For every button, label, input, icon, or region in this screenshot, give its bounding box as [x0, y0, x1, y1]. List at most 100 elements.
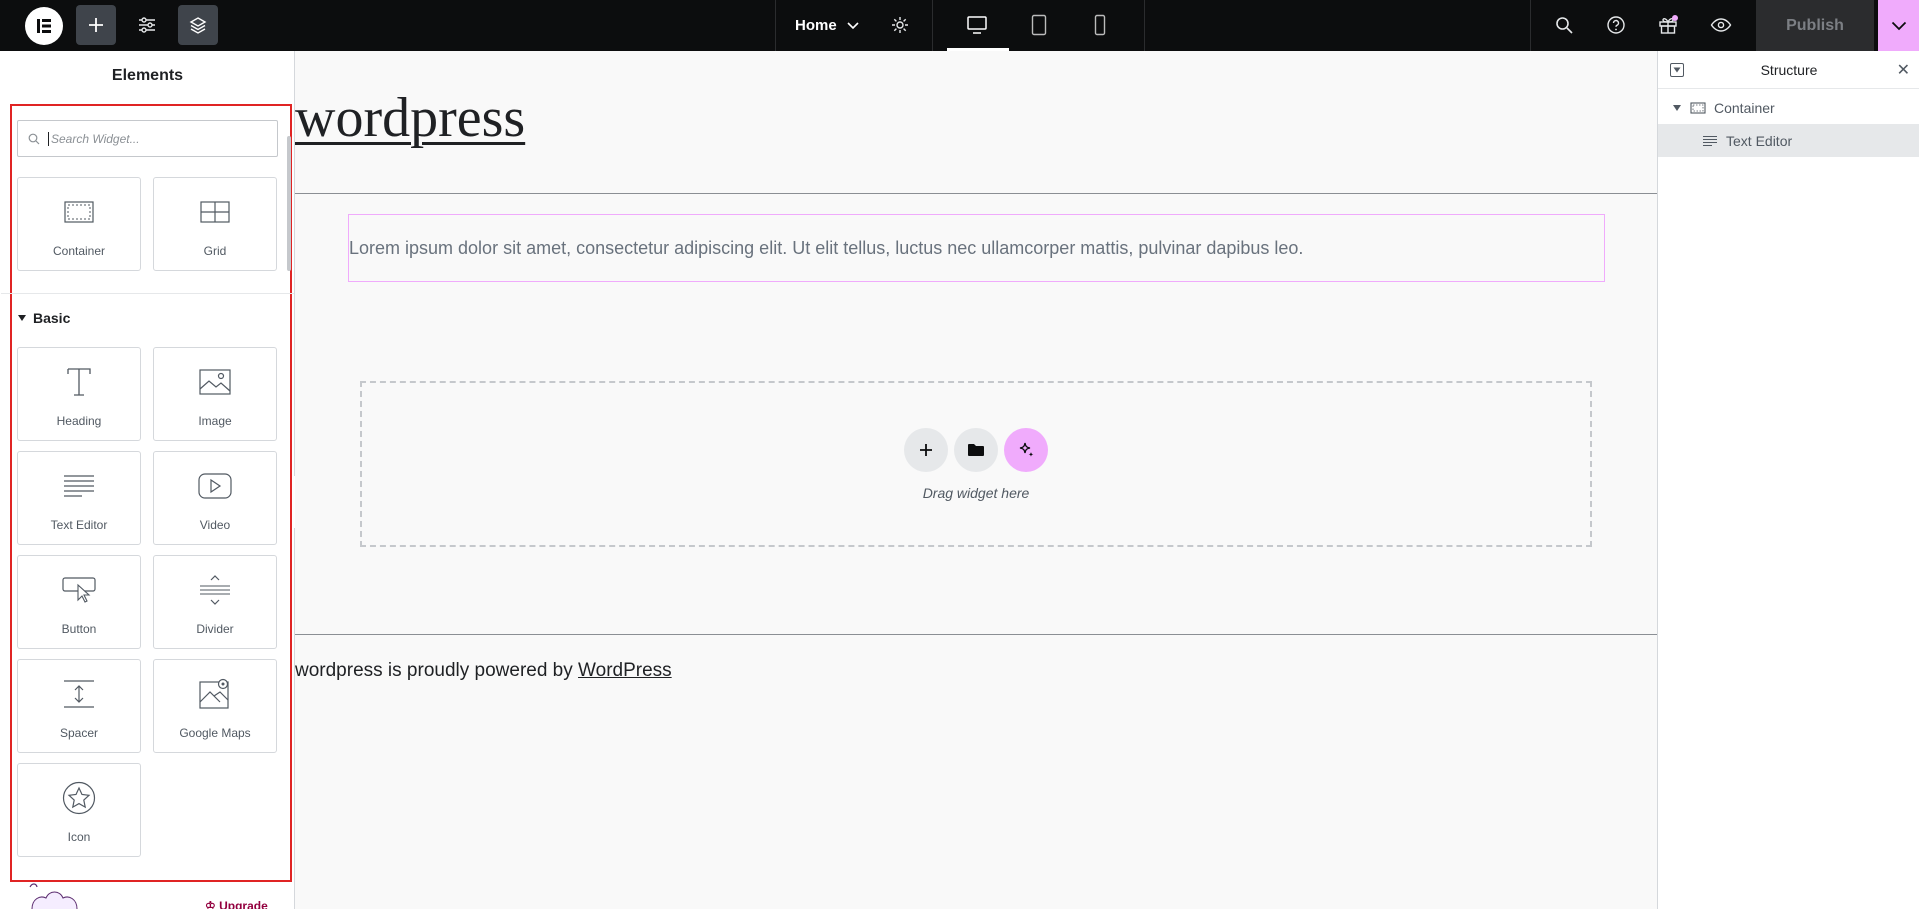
text-editor-widget[interactable]: Lorem ipsum dolor sit amet, consectetur …	[348, 214, 1605, 282]
structure-title: Structure	[1760, 61, 1818, 78]
widget-divider[interactable]: Divider	[153, 555, 277, 649]
structure-header: Structure ✕	[1658, 51, 1919, 89]
widget-label: Text Editor	[50, 518, 108, 532]
add-section-button[interactable]	[904, 428, 948, 472]
add-template-button[interactable]	[954, 428, 998, 472]
widget-heading[interactable]: Heading	[17, 347, 141, 441]
divider	[775, 0, 776, 51]
widget-label: Container	[52, 244, 106, 258]
upgrade-link[interactable]: ♔ Upgrade	[205, 899, 268, 909]
preview-button[interactable]	[1701, 5, 1741, 45]
widget-icon[interactable]: Icon	[17, 763, 141, 857]
crown-icon: ♔	[205, 899, 220, 909]
panel-title: Elements	[111, 67, 184, 84]
add-element-button[interactable]	[76, 5, 116, 45]
caret-down-icon	[1673, 104, 1681, 111]
plus-icon	[920, 444, 932, 456]
widget-spacer[interactable]: Spacer	[17, 659, 141, 753]
wordpress-link[interactable]: WordPress	[578, 660, 672, 681]
widget-label: Divider	[196, 622, 234, 636]
image-icon	[199, 369, 231, 395]
whats-new-button[interactable]	[1648, 5, 1688, 45]
structure-item-label: Text Editor	[1726, 132, 1793, 149]
text-editor-icon	[1703, 135, 1717, 146]
widget-label: Grid	[203, 244, 227, 258]
widget-label: Spacer	[59, 726, 99, 740]
page-name: Home	[795, 17, 837, 34]
divider	[932, 0, 933, 51]
widget-container[interactable]: Container	[17, 177, 141, 271]
container-icon	[1690, 101, 1706, 114]
panel-scrollbar[interactable]	[287, 136, 291, 271]
section-basic-toggle[interactable]: Basic	[17, 310, 70, 326]
widget-button[interactable]: Button	[17, 555, 141, 649]
site-title-link[interactable]: wordpress	[295, 86, 525, 150]
top-bar: Home Publish	[0, 0, 1919, 51]
widget-label: Button	[61, 622, 97, 636]
widget-label: Image	[198, 414, 232, 428]
divider-icon	[200, 575, 230, 605]
widget-video[interactable]: Video	[153, 451, 277, 545]
close-icon[interactable]: ✕	[1897, 60, 1910, 80]
text-editor-icon	[64, 475, 94, 497]
tablet-icon	[1031, 14, 1047, 36]
structure-button[interactable]	[178, 5, 218, 45]
help-icon	[1607, 16, 1625, 34]
widget-label: Heading	[56, 414, 102, 428]
search-icon	[28, 133, 40, 144]
header-divider	[295, 193, 1657, 194]
search-widget-input[interactable]	[48, 131, 258, 146]
chevron-down-icon	[847, 21, 859, 29]
heading-icon	[67, 368, 91, 396]
caret-down-icon	[18, 315, 26, 321]
plus-icon	[89, 18, 103, 32]
button-icon	[62, 577, 96, 603]
widget-label: Icon	[67, 830, 91, 844]
spacer-icon	[64, 680, 94, 708]
widget-image[interactable]: Image	[153, 347, 277, 441]
dropzone-hint: Drag widget here	[922, 485, 1030, 501]
page-select[interactable]: Home	[795, 0, 859, 51]
widget-dropzone[interactable]: Drag widget here	[360, 381, 1592, 547]
page-settings-button[interactable]	[880, 5, 920, 45]
eye-icon	[1710, 18, 1732, 32]
gear-icon	[892, 17, 908, 33]
section-title: Basic	[33, 310, 71, 326]
ai-builder-button[interactable]	[1004, 428, 1048, 472]
sparkle-icon	[1019, 442, 1034, 457]
desktop-icon	[967, 16, 987, 34]
layers-icon	[189, 17, 207, 34]
help-button[interactable]	[1596, 5, 1636, 45]
elementor-logo[interactable]	[25, 7, 63, 45]
elementor-icon	[37, 19, 51, 33]
publish-options-button[interactable]	[1878, 0, 1919, 51]
widget-google-maps[interactable]: Google Maps	[153, 659, 277, 753]
widget-grid[interactable]: Grid	[153, 177, 277, 271]
divider	[1144, 0, 1145, 51]
elements-panel: Elements Container Grid Basic	[0, 51, 295, 909]
grid-icon	[200, 201, 230, 223]
desktop-view-button[interactable]	[957, 5, 997, 45]
tablet-view-button[interactable]	[1019, 5, 1059, 45]
sliders-icon	[139, 17, 155, 33]
video-icon	[198, 473, 232, 499]
footer-credit: wordpress is proudly powered by WordPres…	[295, 660, 672, 682]
container-icon	[64, 201, 94, 223]
mobile-view-button[interactable]	[1080, 5, 1120, 45]
widget-text-editor[interactable]: Text Editor	[17, 451, 141, 545]
finder-button[interactable]	[1544, 5, 1584, 45]
chevron-down-icon	[1891, 21, 1906, 30]
structure-collapse-toggle[interactable]	[1670, 63, 1684, 77]
publish-button[interactable]: Publish	[1756, 0, 1874, 51]
editor-canvas: wordpress Lorem ipsum dolor sit amet, co…	[295, 51, 1657, 909]
structure-item-container[interactable]: Container	[1658, 91, 1919, 124]
gift-icon	[1659, 15, 1678, 34]
site-settings-button[interactable]	[127, 5, 167, 45]
mobile-icon	[1094, 14, 1106, 36]
search-icon	[1556, 17, 1573, 34]
search-widget-box[interactable]	[17, 120, 278, 157]
widget-label: Video	[199, 518, 231, 532]
structure-item-text-editor[interactable]: Text Editor	[1658, 124, 1919, 157]
star-icon	[62, 781, 96, 815]
promo-illustration	[22, 881, 112, 909]
